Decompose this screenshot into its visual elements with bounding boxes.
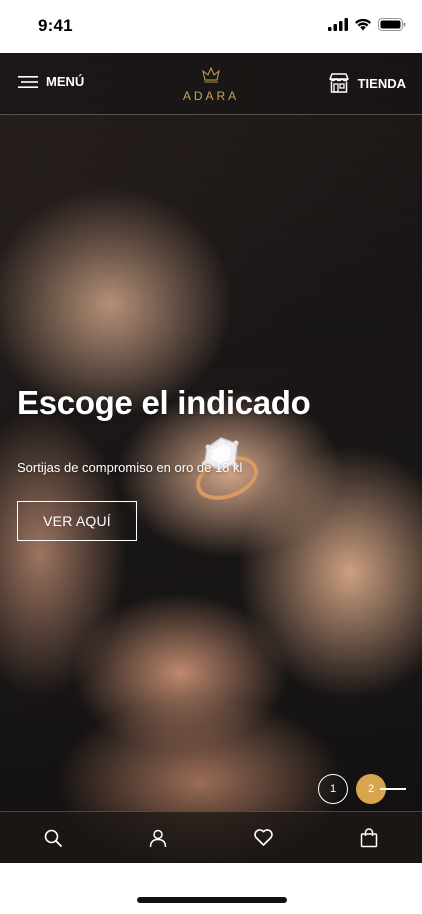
shopping-bag-icon (361, 827, 378, 847)
store-icon (328, 73, 349, 93)
tab-account[interactable] (106, 812, 212, 863)
menu-label: MENÚ (46, 74, 85, 89)
pager-dot-1[interactable]: 1 (318, 774, 348, 804)
battery-icon (378, 18, 406, 31)
top-nav: MENÚ ADARA TIENDA (0, 53, 422, 115)
hero-title: Escoge el indicado (17, 384, 311, 421)
status-time: 9:41 (38, 16, 73, 35)
home-indicator (137, 897, 287, 903)
heart-icon (254, 829, 273, 846)
search-icon (44, 829, 62, 847)
brand-logo[interactable]: ADARA (181, 66, 241, 103)
tab-search[interactable] (0, 812, 106, 863)
view-here-button[interactable]: VER AQUÍ (17, 501, 137, 541)
hamburger-icon (18, 75, 38, 88)
menu-button[interactable]: MENÚ (18, 74, 84, 89)
signal-icon (328, 18, 348, 31)
tab-favorites[interactable] (211, 812, 317, 863)
status-icons (328, 18, 406, 31)
logo-text: ADARA (182, 89, 240, 103)
pager-progress-line (380, 788, 406, 790)
bottom-tab-bar (0, 811, 422, 863)
hero-subtitle: Sortijas de compromiso en oro de 18 kl (17, 460, 243, 475)
user-icon (150, 829, 167, 847)
store-button[interactable]: TIENDA (328, 72, 406, 94)
carousel-pager: 1 2 (318, 774, 406, 804)
tab-cart[interactable] (317, 812, 422, 863)
crown-logo-icon (202, 66, 220, 83)
wifi-icon (355, 18, 371, 31)
hero-banner[interactable] (0, 53, 422, 863)
status-bar: 9:41 (0, 0, 422, 53)
store-label: TIENDA (357, 75, 406, 91)
